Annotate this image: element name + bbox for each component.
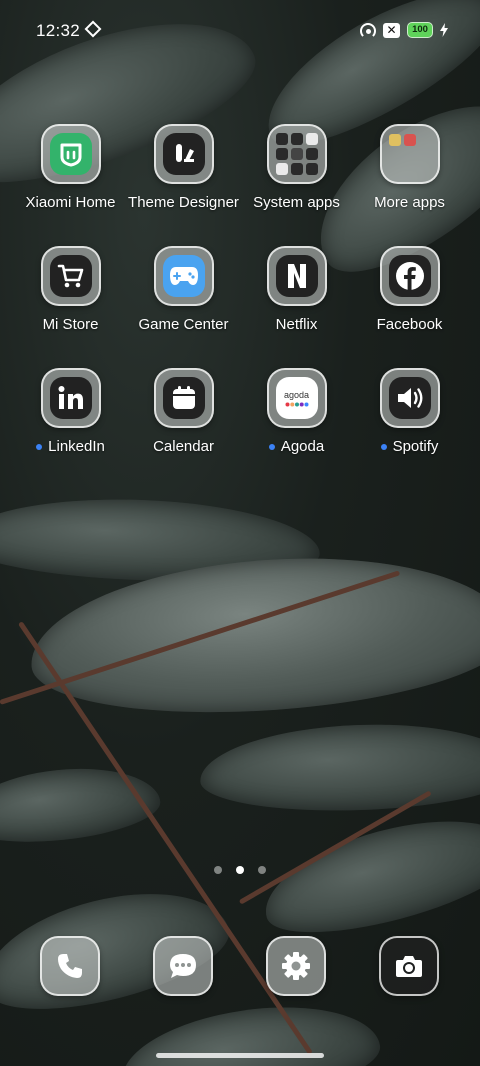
page-dot[interactable] — [258, 866, 266, 874]
app-theme-designer[interactable]: Theme Designer — [127, 124, 240, 211]
shopping-cart-icon — [40, 246, 101, 306]
page-dot-active[interactable] — [236, 866, 244, 874]
dock-phone[interactable] — [40, 936, 100, 996]
sim-off-icon: ✕ — [383, 22, 400, 38]
dock-messages[interactable] — [153, 936, 213, 996]
folder-icon — [379, 124, 440, 184]
app-label: LinkedIn — [14, 438, 127, 455]
new-indicator-dot — [36, 443, 43, 450]
folder-system-apps[interactable]: System apps — [240, 124, 353, 211]
agoda-icon: agoda — [266, 368, 327, 428]
gamepad-icon — [153, 246, 214, 306]
linkedin-icon — [40, 368, 101, 428]
app-calendar[interactable]: Calendar — [127, 368, 240, 455]
app-label: More apps — [374, 194, 445, 211]
gesture-home-bar[interactable] — [156, 1053, 324, 1058]
app-label: Mi Store — [42, 316, 99, 333]
app-label: Calendar — [153, 438, 214, 455]
app-label: Theme Designer — [128, 194, 239, 211]
app-label: Facebook — [376, 316, 443, 333]
app-label: System apps — [253, 194, 340, 211]
speaker-icon — [379, 368, 440, 428]
status-bar: 12:32 ✕ 100 — [0, 0, 480, 62]
status-time: 12:32 — [36, 21, 81, 40]
phone-icon — [40, 936, 100, 996]
netflix-icon — [266, 246, 327, 306]
app-mi-store[interactable]: Mi Store — [14, 246, 127, 333]
page-dot[interactable] — [214, 866, 222, 874]
facebook-icon — [379, 246, 440, 306]
app-label: Agoda — [240, 438, 353, 455]
battery-icon: 100 — [407, 22, 433, 38]
camera-icon — [379, 936, 439, 996]
app-agoda[interactable]: agoda Agoda — [240, 368, 353, 455]
xiaomi-home-icon — [40, 124, 101, 184]
messages-icon — [153, 936, 213, 996]
app-xiaomi-home[interactable]: Xiaomi Home — [14, 124, 127, 211]
agoda-logo-text: agoda — [283, 389, 310, 400]
settings-gear-icon — [266, 936, 326, 996]
dock-camera[interactable] — [379, 936, 439, 996]
app-label: Game Center — [138, 316, 229, 333]
theme-designer-icon — [153, 124, 214, 184]
app-linkedin[interactable]: LinkedIn — [14, 368, 127, 455]
folder-more-apps[interactable]: More apps — [353, 124, 466, 211]
app-label: Netflix — [275, 316, 318, 333]
new-indicator-dot — [380, 443, 387, 450]
app-netflix[interactable]: Netflix — [240, 246, 353, 333]
calendar-icon — [153, 368, 214, 428]
folder-icon — [266, 124, 327, 184]
app-label: Spotify — [353, 438, 466, 455]
app-facebook[interactable]: Facebook — [353, 246, 466, 333]
charging-bolt-icon — [440, 23, 448, 37]
new-indicator-dot — [268, 443, 275, 450]
app-label: Xiaomi Home — [25, 194, 116, 211]
page-indicator[interactable] — [0, 866, 480, 874]
notification-diamond-icon — [84, 20, 102, 38]
dock-settings[interactable] — [266, 936, 326, 996]
app-game-center[interactable]: Game Center — [127, 246, 240, 333]
app-spotify[interactable]: Spotify — [353, 368, 466, 455]
hotspot-icon — [360, 23, 376, 39]
